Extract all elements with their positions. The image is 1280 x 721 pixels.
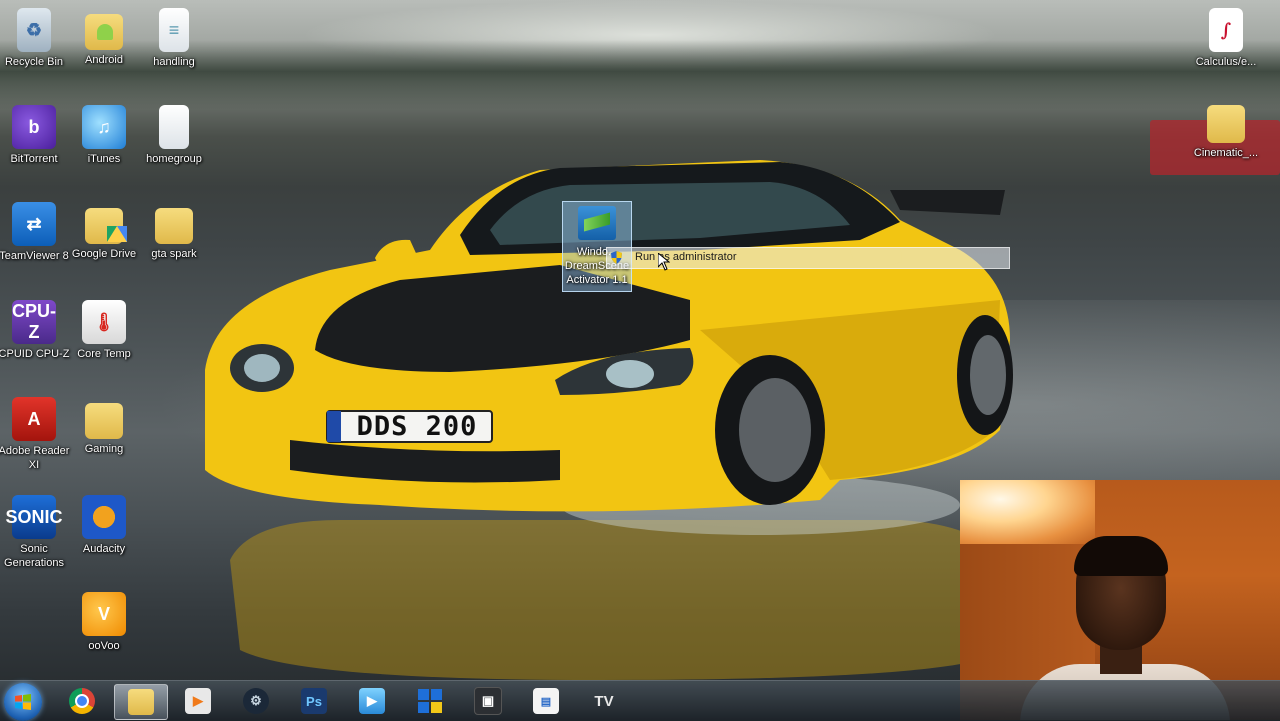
- taskbar-file-explorer-button[interactable]: [114, 684, 168, 720]
- desktop-icon-adobe-reader[interactable]: A Adobe Reader XI: [0, 397, 70, 472]
- folder-icon: [155, 208, 193, 244]
- file-icon: ≡: [159, 8, 189, 52]
- desktop-icon-label: Sonic Generations: [4, 543, 64, 569]
- taskbar-chrome-button[interactable]: [56, 684, 108, 718]
- uac-shield-icon: [611, 251, 622, 264]
- desktop-icon-label: Google Drive: [71, 248, 137, 260]
- media-app-icon: ▣: [474, 687, 502, 715]
- photoshop-icon: Ps: [301, 688, 327, 714]
- taskbar-media-app-button[interactable]: ▣: [462, 684, 514, 718]
- recycle-bin-icon: ♻: [17, 8, 51, 52]
- play-icon: ▶: [359, 688, 385, 714]
- desktop-icon-label: BitTorrent: [10, 153, 58, 165]
- pdf-file-icon: ∫: [1209, 8, 1243, 52]
- desktop-icon-core-temp[interactable]: 🌡 Core Temp: [68, 300, 140, 361]
- desktop-icon-bittorrent[interactable]: b BitTorrent: [0, 105, 70, 166]
- desktop-icon-cpuz[interactable]: CPU-Z CPUID CPU-Z: [0, 300, 70, 361]
- file-icon: [159, 105, 189, 149]
- folder-icon: [128, 689, 154, 715]
- cpuz-icon: CPU-Z: [12, 300, 56, 344]
- taskbar-windows-app-button[interactable]: [404, 684, 456, 718]
- chrome-icon: [69, 688, 95, 714]
- windows-tiles-icon: [417, 688, 443, 714]
- teamviewer-icon: ⇄: [12, 202, 56, 246]
- sonic-icon: SONIC: [6, 495, 63, 539]
- media-player-icon: ▶: [185, 688, 211, 714]
- document-icon: ▤: [533, 688, 559, 714]
- run-as-administrator-label: Run as administrator: [635, 251, 737, 263]
- taskbar-video-player-button[interactable]: ▶: [346, 684, 398, 718]
- desktop-icon-label: Cinematic_...: [1193, 147, 1259, 159]
- desktop-icon-label: homegroup: [146, 153, 202, 165]
- desktop-icon-google-drive[interactable]: Google Drive: [68, 202, 140, 261]
- desktop-icon-audacity[interactable]: Audacity: [68, 495, 140, 556]
- folder-icon: [1207, 105, 1245, 143]
- taskbar-steam-button[interactable]: ⚙: [230, 684, 282, 718]
- desktop-icon-oovoo[interactable]: V ooVoo: [68, 592, 140, 653]
- desktop-icon-teamviewer[interactable]: ⇄ TeamViewer 8: [0, 202, 70, 263]
- taskbar-photoshop-button[interactable]: Ps: [288, 684, 340, 718]
- tv-icon: TV: [594, 692, 614, 710]
- taskbar-media-player-button[interactable]: ▶: [172, 684, 224, 718]
- google-drive-folder-icon: [85, 208, 127, 244]
- desktop-icon-label: handling: [153, 56, 195, 68]
- desktop-icon-label: gta spark: [151, 248, 197, 260]
- taskbar-document-app-button[interactable]: ▤: [520, 684, 572, 718]
- desktop-icon-label: Core Temp: [77, 348, 131, 360]
- desktop-icon-label: Audacity: [82, 543, 126, 555]
- adobe-reader-icon: A: [12, 397, 56, 441]
- dreamscene-icon: [578, 206, 616, 240]
- taskbar: ▶ ⚙ Ps ▶ ▣ ▤ TV: [0, 680, 1280, 721]
- webcam-person-hair: [1074, 536, 1168, 576]
- desktop-icon-sonic-generations[interactable]: SONIC Sonic Generations: [0, 495, 70, 570]
- desktop-icon-label: iTunes: [87, 153, 121, 165]
- folder-icon: [85, 14, 123, 50]
- itunes-icon: ♫: [82, 105, 126, 149]
- folder-icon: [85, 403, 123, 439]
- desktop-icon-label: ooVoo: [88, 640, 120, 652]
- desktop-icon-label: CPUID CPU-Z: [0, 348, 70, 360]
- license-plate-text: DDS 200: [356, 411, 478, 442]
- desktop-icon-gta-spark[interactable]: gta spark: [138, 202, 210, 261]
- desktop-icon-handling[interactable]: ≡ handling: [138, 8, 210, 69]
- desktop-icon-label: Android: [85, 54, 123, 66]
- core-temp-icon: 🌡: [82, 300, 126, 344]
- desktop-icon-gaming[interactable]: Gaming: [68, 397, 140, 456]
- desktop-icon-label: Recycle Bin: [4, 56, 64, 68]
- desktop-icon-homegroup[interactable]: homegroup: [138, 105, 210, 166]
- desktop-icon-cinematic[interactable]: Cinematic_...: [1190, 105, 1262, 160]
- webcam-light: [960, 480, 1095, 544]
- desktop-icon-itunes[interactable]: ♫ iTunes: [68, 105, 140, 166]
- desktop-icon-label: Calculus/e...: [1195, 56, 1257, 68]
- desktop-icon-android[interactable]: Android: [68, 8, 140, 67]
- desktop-icon-label: Gaming: [84, 443, 124, 455]
- bittorrent-icon: b: [12, 105, 56, 149]
- oovoo-icon: V: [82, 592, 126, 636]
- windows-start-icon: [15, 694, 31, 710]
- desktop-icon-recycle-bin[interactable]: ♻ Recycle Bin: [0, 8, 70, 69]
- audacity-icon: [82, 495, 126, 539]
- start-button[interactable]: [4, 683, 42, 721]
- taskbar-tv-app-button[interactable]: TV: [578, 684, 630, 718]
- desktop-icon-calculus-pdf[interactable]: ∫ Calculus/e...: [1190, 8, 1262, 69]
- desktop-icon-label: Adobe Reader XI: [0, 445, 70, 471]
- desktop-icon-label: TeamViewer 8: [0, 250, 69, 262]
- steam-icon: ⚙: [243, 688, 269, 714]
- mouse-cursor-icon: [658, 253, 670, 271]
